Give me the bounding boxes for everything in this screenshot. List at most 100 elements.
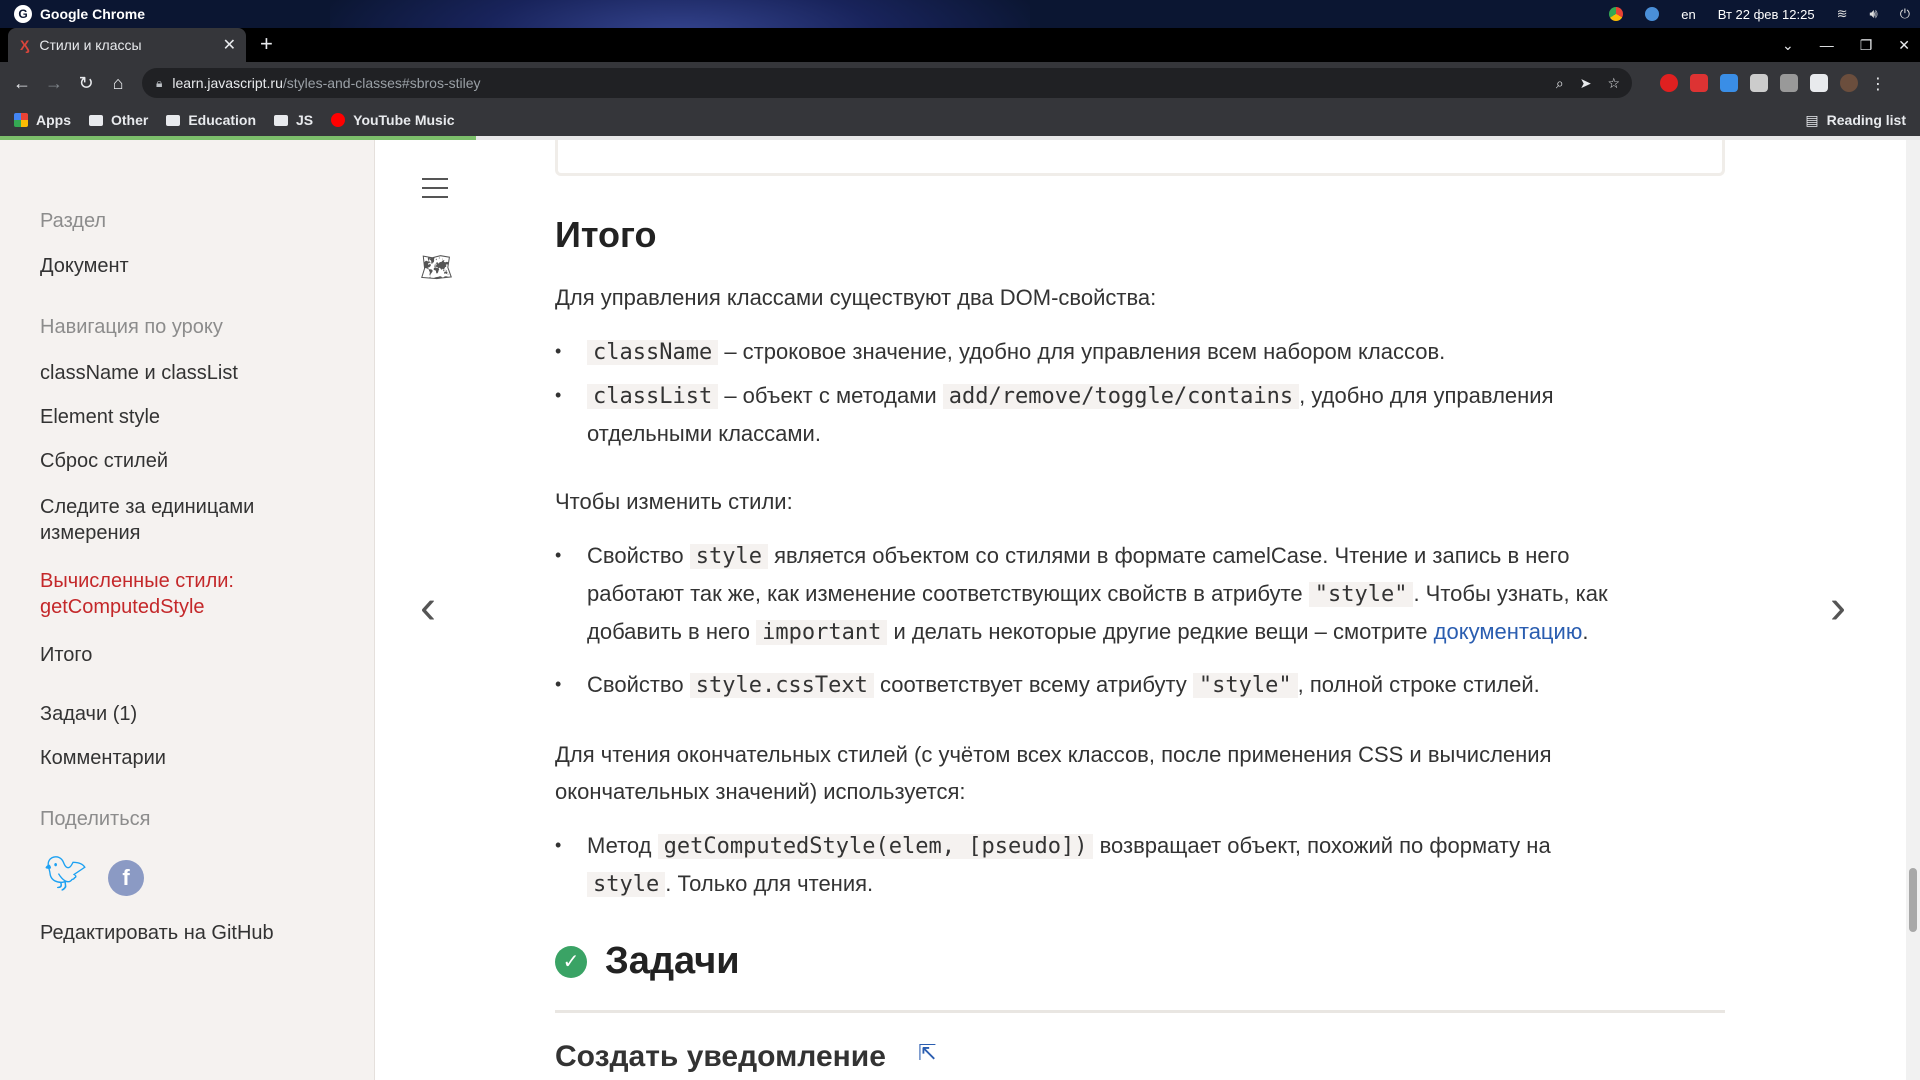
list-text: и делать некоторые другие редкие вещи – … <box>887 619 1434 644</box>
tab-search-icon[interactable]: ⌄ <box>1782 37 1794 54</box>
list-text: является объектом со стилями в формате c… <box>767 543 1570 568</box>
lock-icon[interactable]: 🔒︎ <box>156 76 162 91</box>
bookmark-label: JS <box>296 112 314 128</box>
weather-tray-icon[interactable] <box>1645 7 1660 21</box>
opera-extension-icon[interactable] <box>1660 74 1678 92</box>
inline-code: add/remove/toggle/contains <box>942 384 1300 409</box>
facebook-icon[interactable]: f <box>108 860 144 896</box>
sidebar-item-classname[interactable]: className и classList <box>40 360 238 386</box>
adblock-extension-icon[interactable] <box>1690 74 1708 92</box>
bookmark-star-icon[interactable]: ☆ <box>1607 75 1620 92</box>
minimize-button[interactable]: — <box>1820 37 1834 53</box>
wifi-icon[interactable]: ≋ <box>1837 6 1848 22</box>
browser-tab[interactable]: Ӽ Стили и классы ✕ <box>8 28 246 62</box>
sidebar-item-label: измерения <box>40 522 141 544</box>
sidebar-item-element-style[interactable]: Element style <box>40 404 160 430</box>
keyboard-layout[interactable]: en <box>1681 7 1695 22</box>
bullet: • <box>555 341 562 361</box>
inline-code: classList <box>587 384 719 409</box>
prev-lesson-arrow-icon[interactable]: ‹ <box>420 580 436 635</box>
scrollbar-thumb[interactable] <box>1909 868 1917 932</box>
extension-icon[interactable] <box>1750 74 1768 92</box>
page-scrollbar[interactable] <box>1906 140 1920 1080</box>
url-host: learn.javascript.ru <box>172 75 283 91</box>
puzzle-extensions-icon[interactable] <box>1810 74 1828 92</box>
open-task-icon[interactable]: ⇱ <box>918 1040 936 1066</box>
close-window-button[interactable]: ✕ <box>1898 37 1910 54</box>
bookmark-education[interactable]: Education <box>166 112 256 128</box>
tab-title: Стили и классы <box>39 37 142 53</box>
sidebar-item-computed-styles[interactable]: Вычисленные стили: getComputedStyle <box>40 568 234 620</box>
forward-button[interactable]: → <box>38 67 70 99</box>
address-bar[interactable]: 🔒︎ learn.javascript.ru/styles-and-classe… <box>142 68 1632 98</box>
section-heading: Итого <box>555 214 657 255</box>
map-icon[interactable]: 🗺︎ <box>420 252 453 283</box>
next-lesson-arrow-icon[interactable]: › <box>1830 580 1846 635</box>
documentation-link[interactable]: документацию <box>1434 619 1583 644</box>
cloud-extension-icon[interactable] <box>1720 74 1738 92</box>
sidebar-item-label: Следите за единицами <box>40 496 255 518</box>
paragraph-line: Для чтения окончательных стилей (с учёто… <box>555 742 1552 767</box>
extensions-area: ⋮ <box>1660 62 1886 104</box>
url-path: /styles-and-classes#sbros-stiley <box>282 75 481 91</box>
hamburger-menu-icon[interactable] <box>422 178 448 205</box>
inline-code: style <box>587 872 666 897</box>
send-icon[interactable]: ➤ <box>1580 75 1592 92</box>
os-app-name: Google Chrome <box>40 6 146 22</box>
new-tab-button[interactable]: + <box>260 33 273 55</box>
folder-icon <box>89 114 103 126</box>
inline-code: style <box>689 544 768 569</box>
list-text: . Чтобы узнать, как <box>1413 581 1608 606</box>
os-top-bar: G Google Chrome en Вт 22 фев 12:25 ≋ 🔊︎ … <box>0 0 1920 28</box>
menu-kebab-icon[interactable]: ⋮ <box>1870 74 1886 93</box>
divider <box>555 1010 1725 1013</box>
browser-toolbar: ← → ↻ ⌂ 🔒︎ learn.javascript.ru/styles-an… <box>0 62 1920 104</box>
sidebar-item-tasks[interactable]: Задачи (1) <box>40 701 137 727</box>
power-icon[interactable]: ⏻ <box>1900 6 1910 22</box>
back-button[interactable]: ← <box>6 67 38 99</box>
list-text: Метод <box>587 833 658 858</box>
wallpaper <box>330 0 1030 28</box>
tasks-heading-text: Задачи <box>605 940 740 982</box>
tab-strip: Ӽ Стили и классы ✕ + ⌄ — ❐ ✕ <box>0 28 1920 62</box>
folder-icon <box>166 114 181 126</box>
reload-button[interactable]: ↻ <box>70 67 102 99</box>
sidepanel-extension-icon[interactable] <box>1780 74 1798 92</box>
sidebar-item-units[interactable]: Следите за единицами измерения <box>40 494 254 546</box>
reading-list-icon: ▤ <box>1805 111 1819 128</box>
code-example-box <box>555 140 1725 176</box>
home-button[interactable]: ⌂ <box>102 67 134 99</box>
volume-icon[interactable]: 🔊︎ <box>1870 6 1878 22</box>
list-text: возвращает объект, похожий по формату на <box>1093 833 1551 858</box>
check-circle-icon: ✓ <box>555 945 587 978</box>
chrome-tray-icon[interactable] <box>1609 7 1624 21</box>
list-text: добавить в него <box>587 619 757 644</box>
chrome-logo-icon: G <box>14 5 32 23</box>
sidebar-item-document[interactable]: Документ <box>40 253 129 279</box>
bullet: • <box>555 385 562 405</box>
bookmark-apps[interactable]: Apps <box>14 112 71 128</box>
bullet: • <box>555 835 562 855</box>
bookmark-other[interactable]: Other <box>89 112 148 128</box>
profile-avatar[interactable] <box>1840 74 1858 92</box>
list-text: . <box>1582 619 1589 644</box>
reading-list-label: Reading list <box>1826 112 1906 128</box>
tab-close-icon[interactable]: ✕ <box>223 35 236 55</box>
zoom-icon[interactable]: ⌕ <box>1556 75 1564 92</box>
sidebar-item-comments[interactable]: Комментарии <box>40 745 166 771</box>
twitter-icon[interactable]: 🐦︎ <box>44 854 87 894</box>
bookmark-label: Other <box>111 112 149 128</box>
sidebar-nav-label: Навигация по уроку <box>40 316 223 338</box>
sidebar-item-reset-styles[interactable]: Сброс стилей <box>40 448 168 474</box>
list-text: – объект с методами <box>718 383 943 408</box>
bookmark-js[interactable]: JS <box>274 112 313 128</box>
paragraph: Для чтения окончательных стилей (с учёто… <box>555 736 1725 810</box>
apps-grid-icon <box>14 113 28 127</box>
os-datetime[interactable]: Вт 22 фев 12:25 <box>1718 7 1815 22</box>
list-text: работают так же, как изменение соответст… <box>587 581 1309 606</box>
edit-on-github-link[interactable]: Редактировать на GitHub <box>40 920 274 946</box>
bookmark-youtube-music[interactable]: YouTube Music <box>331 112 455 128</box>
sidebar-item-summary[interactable]: Итого <box>40 642 92 668</box>
reading-list-button[interactable]: ▤ Reading list <box>1805 104 1906 136</box>
restore-button[interactable]: ❐ <box>1860 37 1873 54</box>
